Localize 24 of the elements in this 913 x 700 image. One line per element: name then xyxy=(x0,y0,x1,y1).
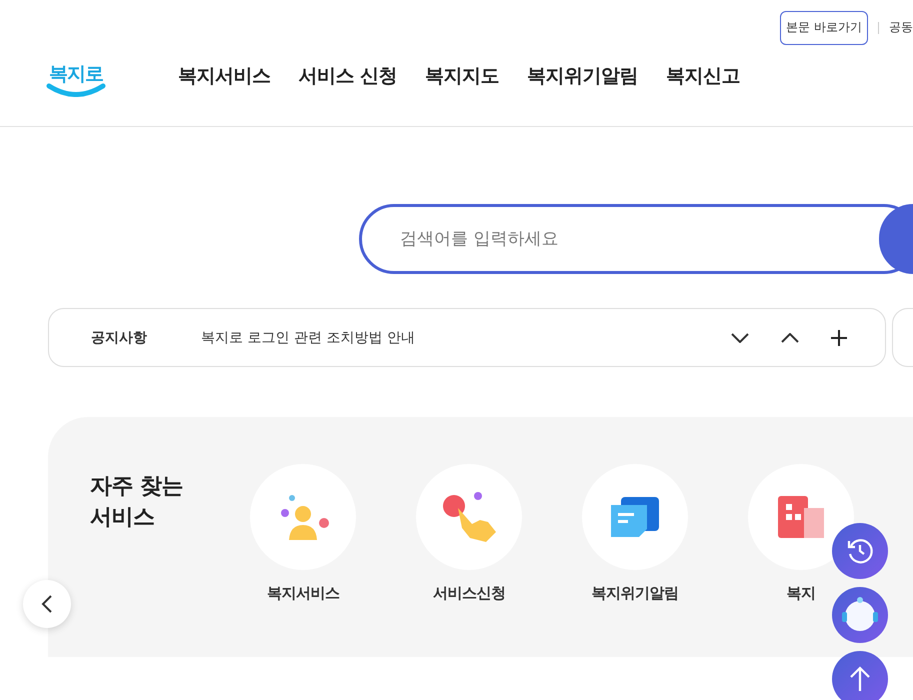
notice-label: 공지사항 xyxy=(91,328,148,346)
nav-menu-item[interactable]: 서비스 신청 xyxy=(298,63,398,89)
nav-menu-item[interactable]: 복지서비스 xyxy=(178,63,270,89)
skip-to-content-link[interactable]: 본문 바로가기 xyxy=(780,10,868,44)
nav-menu-item[interactable]: 복지지도 xyxy=(425,63,500,89)
hand-pointer-icon xyxy=(440,492,498,542)
history-icon xyxy=(846,537,874,565)
utility-link[interactable]: 공동 xyxy=(889,19,913,36)
section-title: 자주 찾는 서비스 xyxy=(90,473,184,532)
message-icon xyxy=(609,495,661,539)
nav-menu-item[interactable]: 복지신고 xyxy=(666,63,740,89)
plus-icon[interactable] xyxy=(831,330,847,346)
service-label: 복지서비스 xyxy=(266,584,340,603)
chevron-up-icon[interactable] xyxy=(781,332,799,342)
chevron-left-icon xyxy=(41,594,53,614)
service-label: 서비스신청 xyxy=(432,584,506,603)
chevron-down-icon[interactable] xyxy=(731,332,749,342)
notice-text[interactable]: 복지로 로그인 관련 조치방법 안내 xyxy=(201,328,731,346)
arrow-up-icon xyxy=(848,665,872,693)
scroll-to-top-button[interactable] xyxy=(832,651,888,700)
nav-menu-item[interactable]: 복지위기알림 xyxy=(527,63,638,89)
service-label: 복지 xyxy=(786,584,816,603)
building-icon xyxy=(778,494,824,540)
service-label: 복지위기알림 xyxy=(592,584,678,603)
